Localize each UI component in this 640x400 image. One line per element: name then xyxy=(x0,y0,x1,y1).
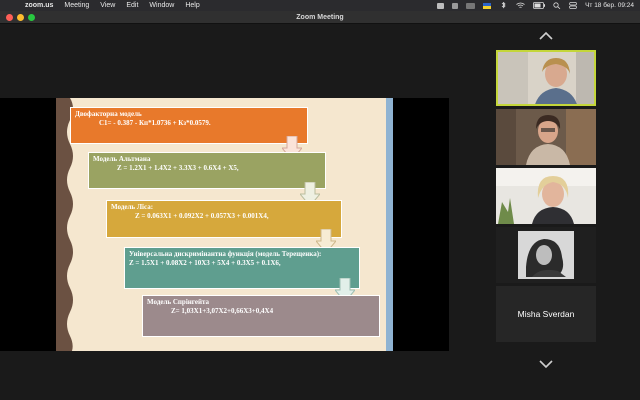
menu-view[interactable]: View xyxy=(100,0,115,11)
model-box-altman: Модель Альтмана Z = 1.2X1 + 1.4X2 + 3.3X… xyxy=(88,152,326,189)
window-title: Zoom Meeting xyxy=(296,14,344,21)
search-icon[interactable] xyxy=(553,2,561,9)
menu-bar: zoom.us Meeting View Edit Window Help Чт… xyxy=(0,0,640,11)
wifi-icon[interactable] xyxy=(516,2,525,9)
participant-video-active-speaker[interactable] xyxy=(496,50,596,106)
model-box-springate: Модель Спрінгейта Z= 1,03X1+3,07X2+0,66X… xyxy=(142,295,380,337)
control-center-icon[interactable] xyxy=(569,2,577,9)
participant-video-3[interactable] xyxy=(496,168,596,224)
menu-edit[interactable]: Edit xyxy=(126,0,138,11)
menu-items: zoom.us Meeting View Edit Window Help xyxy=(25,0,200,11)
model-box-two-factor: Двофакторна модель C1= - 0.387 - Кп*1.07… xyxy=(70,107,308,144)
bluetooth-icon[interactable] xyxy=(499,2,508,9)
shared-screen[interactable]: Двофакторна модель C1= - 0.387 - Кп*1.07… xyxy=(0,98,449,351)
model-formula: Z= 1,03X1+3,07X2+0,66X3+0,4X4 xyxy=(171,307,274,315)
model-formula: Z = 1.5X1 + 0.08X2 + 10X3 + 5X4 + 0.3X5 … xyxy=(129,259,281,267)
window-title-bar: Zoom Meeting xyxy=(0,11,640,24)
slide-right-accent xyxy=(386,98,393,351)
participant-video-4[interactable] xyxy=(496,227,596,283)
menu-clock[interactable]: Чт 18 бер. 09:24 xyxy=(585,2,634,9)
model-formula: C1= - 0.387 - Кп*1.0736 + Кз*0.0579. xyxy=(99,119,211,127)
model-heading: Універсальна дискримінантна функція (мод… xyxy=(129,250,322,258)
menu-window[interactable]: Window xyxy=(149,0,174,11)
zoom-status-icon[interactable] xyxy=(437,2,445,9)
participant-profile-photo xyxy=(496,227,596,283)
chevron-down-icon[interactable] xyxy=(538,359,554,369)
presentation-slide: Двофакторна модель C1= - 0.387 - Кп*1.07… xyxy=(56,98,393,351)
participant-video-feed xyxy=(496,168,596,224)
participant-video-feed xyxy=(496,109,596,165)
menu-extra-icon[interactable] xyxy=(466,2,476,9)
model-heading: Модель Ліса: xyxy=(111,203,154,211)
menu-meeting[interactable]: Meeting xyxy=(64,0,89,11)
battery-icon[interactable] xyxy=(533,2,546,9)
model-heading: Модель Альтмана xyxy=(93,155,151,163)
participant-video-2[interactable] xyxy=(496,109,596,165)
meeting-stage: Двофакторна модель C1= - 0.387 - Кп*1.07… xyxy=(0,25,640,400)
participant-tile-named[interactable]: Misha Sverdan xyxy=(496,286,596,342)
model-heading: Модель Спрінгейта xyxy=(147,298,210,306)
model-box-tereshchenko: Універсальна дискримінантна функція (мод… xyxy=(124,247,360,289)
model-formula: Z = 0.063X1 + 0.092X2 + 0.057X3 + 0.001X… xyxy=(135,212,269,220)
input-source-flag-icon[interactable] xyxy=(483,2,492,9)
model-heading: Двофакторна модель xyxy=(75,110,142,118)
participant-video-feed xyxy=(498,52,594,104)
screen-share-icon[interactable] xyxy=(452,2,459,9)
model-formula: Z = 1.2X1 + 1.4X2 + 3.3X3 + 0.6X4 + X5, xyxy=(117,164,239,172)
chevron-up-icon[interactable] xyxy=(538,31,554,41)
status-area: Чт 18 бер. 09:24 xyxy=(437,0,634,11)
menu-app-name[interactable]: zoom.us xyxy=(25,0,53,11)
menu-help[interactable]: Help xyxy=(185,0,199,11)
model-box-lis: Модель Ліса: Z = 0.063X1 + 0.092X2 + 0.0… xyxy=(106,200,342,238)
participant-name: Misha Sverdan xyxy=(517,309,575,319)
